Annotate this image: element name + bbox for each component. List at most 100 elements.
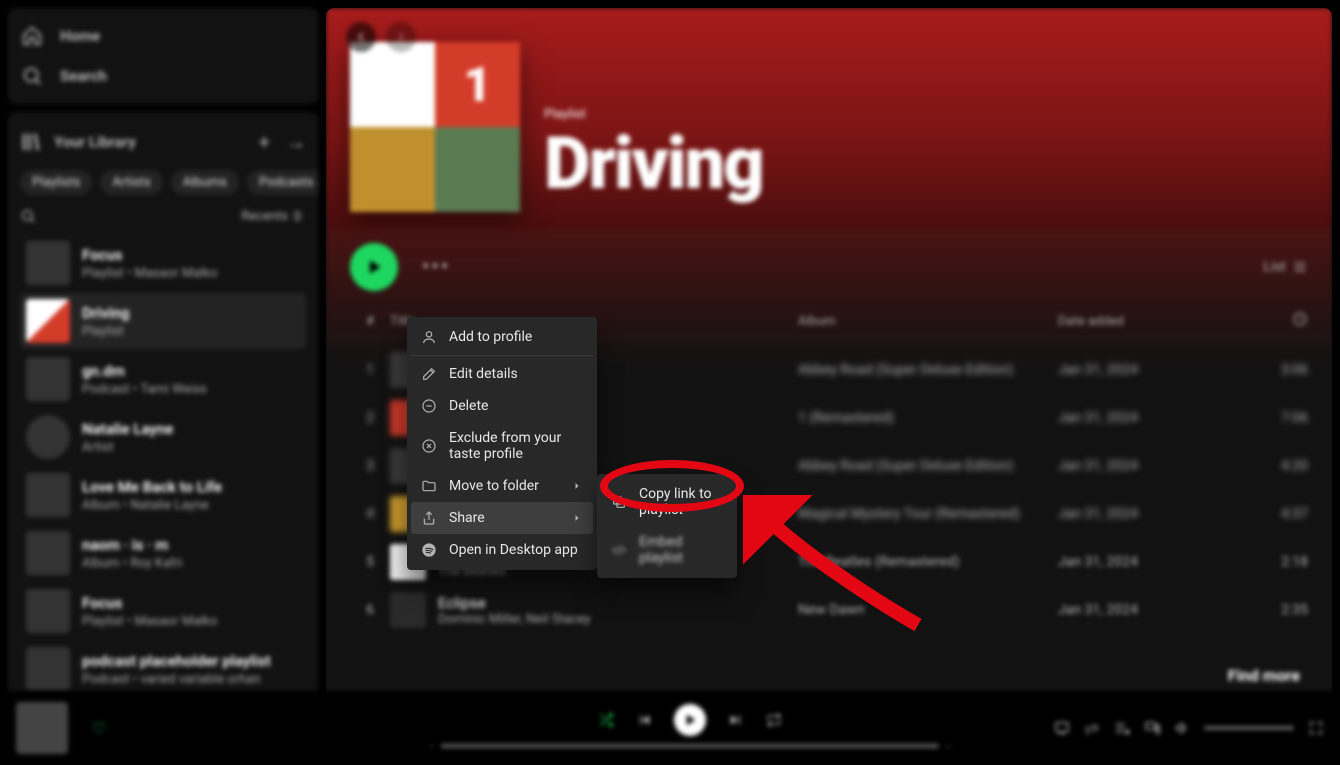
copy-icon [611, 494, 627, 510]
submenu-item-embed[interactable]: Embed playlist [601, 526, 733, 574]
library-item[interactable]: podcast placeholder playlistPodcast • va… [20, 641, 306, 697]
track-artist[interactable]: Dominic Miller, Neil Stacey [438, 612, 591, 627]
track-date: Jan 31, 2024 [1058, 506, 1238, 522]
library-item-title: Natalie Layne [82, 420, 173, 438]
track-index: 5 [350, 554, 390, 570]
fullscreen-button[interactable] [1308, 720, 1324, 736]
filter-artists[interactable]: Artists [100, 170, 162, 195]
repeat-button[interactable] [766, 712, 782, 728]
nav-search[interactable]: Search [20, 56, 306, 96]
play-pause-button[interactable] [674, 704, 706, 736]
now-playing-cover[interactable] [16, 702, 68, 754]
left-sidebar: Home Search Your Library + → Playlists A… [8, 8, 318, 708]
menu-item-label: Add to profile [449, 329, 532, 345]
library-item-title: Driving [82, 304, 129, 322]
find-more-button[interactable]: Find more [326, 658, 1332, 693]
library-item[interactable]: Love Me Back to LifeAlbum • Natalie Layn… [20, 467, 306, 523]
list-icon [1292, 259, 1308, 275]
library-item-subtitle: Artist [82, 440, 173, 455]
library-item-subtitle: Podcast • varied variable orhan [82, 672, 271, 687]
menu-item-share[interactable]: Share [411, 502, 593, 534]
track-date: Jan 31, 2024 [1058, 554, 1238, 570]
track-duration: 3:06 [1238, 362, 1308, 378]
library-toggle[interactable]: Your Library [20, 131, 136, 153]
now-playing-view-button[interactable] [1054, 720, 1070, 736]
chevron-right-icon [571, 512, 583, 524]
nav-back-button[interactable] [346, 22, 376, 52]
col-duration [1238, 311, 1308, 331]
track-album[interactable]: Abbey Road (Super Deluxe Edition) [798, 362, 1058, 378]
minus-circle-icon [421, 398, 437, 414]
submenu-item-copy-link[interactable]: Copy link to playlist [601, 478, 733, 526]
library-item[interactable]: FocusPlaylist • Masaor Malko [20, 235, 306, 291]
more-options-button[interactable]: ••• [422, 255, 450, 280]
next-button[interactable] [728, 712, 744, 728]
library-item[interactable]: gn.dmPodcast • Tami Weiss [20, 351, 306, 407]
nav-home[interactable]: Home [20, 16, 306, 56]
track-album[interactable]: 1 (Remastered) [798, 410, 1058, 426]
previous-button[interactable] [636, 712, 652, 728]
profile-icon [421, 329, 437, 345]
now-playing-bar: ♡ - - [0, 691, 1340, 765]
nav-forward-button[interactable] [386, 22, 416, 52]
library-search-icon[interactable] [20, 208, 36, 224]
library-item-subtitle: Album • Roy Kafri [82, 556, 182, 571]
x-circle-icon [421, 438, 437, 454]
menu-item-delete[interactable]: Delete [411, 390, 593, 422]
library-item-subtitle: Podcast • Tami Weiss [82, 382, 207, 397]
track-row[interactable]: 6EclipseDominic Miller, Neil StaceyNew D… [342, 586, 1316, 634]
library-expand-button[interactable]: → [286, 130, 306, 155]
track-album[interactable]: Magical Mystery Tour (Remastered) [798, 506, 1058, 522]
library-add-button[interactable]: + [259, 130, 270, 155]
nav-home-label: Home [60, 27, 100, 45]
nav-search-label: Search [60, 67, 107, 85]
track-date: Jan 31, 2024 [1058, 458, 1238, 474]
library-item[interactable]: naom · is · m Album • Roy Kafri [20, 525, 306, 581]
track-duration: 2:18 [1238, 554, 1308, 570]
library-panel: Your Library + → Playlists Artists Album… [8, 112, 318, 708]
share-submenu: Copy link to playlist Embed playlist [597, 474, 737, 578]
library-item-title: naom · is · m [82, 536, 182, 554]
shuffle-button[interactable] [598, 712, 614, 728]
mute-button[interactable] [1174, 720, 1190, 736]
library-item[interactable]: Natalie Layne Artist [20, 409, 306, 465]
library-item-title: Love Me Back to Life [82, 478, 222, 496]
submenu-item-label: Copy link to playlist [639, 486, 723, 518]
menu-item-label: Delete [449, 398, 488, 414]
chevron-right-icon [571, 480, 583, 492]
devices-button[interactable] [1144, 720, 1160, 736]
track-title: Eclipse [438, 594, 591, 612]
library-item[interactable]: FocusPlaylist • Masaor Malko [20, 583, 306, 639]
menu-item-open-desktop[interactable]: Open in Desktop app [411, 534, 593, 566]
like-button[interactable]: ♡ [92, 719, 106, 738]
track-album[interactable]: New Dawn [798, 602, 1058, 618]
queue-button[interactable] [1114, 720, 1130, 736]
track-album[interactable]: The Beatles (Remastered) [798, 554, 1058, 570]
volume-bar[interactable] [1204, 726, 1294, 730]
submenu-item-label: Embed playlist [639, 534, 723, 566]
menu-item-edit-details[interactable]: Edit details [411, 358, 593, 390]
col-date: Date added [1058, 314, 1238, 329]
elapsed-time: - [430, 740, 433, 753]
menu-item-move-to-folder[interactable]: Move to folder [411, 470, 593, 502]
home-icon [20, 24, 44, 48]
progress-bar[interactable] [441, 744, 939, 748]
library-sort-button[interactable]: Recents [241, 209, 306, 224]
view-switch[interactable]: List [1263, 259, 1308, 275]
play-button[interactable] [350, 243, 398, 291]
filter-albums[interactable]: Albums [171, 170, 239, 195]
menu-item-label: Move to folder [449, 478, 539, 494]
library-item[interactable]: DrivingPlaylist [20, 293, 306, 349]
library-item-title: Focus [82, 246, 217, 264]
lyrics-button[interactable] [1084, 720, 1100, 736]
menu-item-exclude[interactable]: Exclude from your taste profile [411, 422, 593, 470]
library-item-subtitle: Playlist • Masaor Malko [82, 614, 217, 629]
track-duration: 2:35 [1238, 602, 1308, 618]
filter-playlists[interactable]: Playlists [20, 170, 92, 195]
track-album[interactable]: Abbey Road (Super Deluxe Edition) [798, 458, 1058, 474]
playlist-context-menu: Add to profile Edit details Delete Exclude … [407, 317, 597, 570]
track-index: 3 [350, 458, 390, 474]
menu-item-add-to-profile[interactable]: Add to profile [411, 321, 593, 353]
track-duration: 4:37 [1238, 506, 1308, 522]
filter-podcasts[interactable]: Podcasts & … [247, 170, 318, 195]
